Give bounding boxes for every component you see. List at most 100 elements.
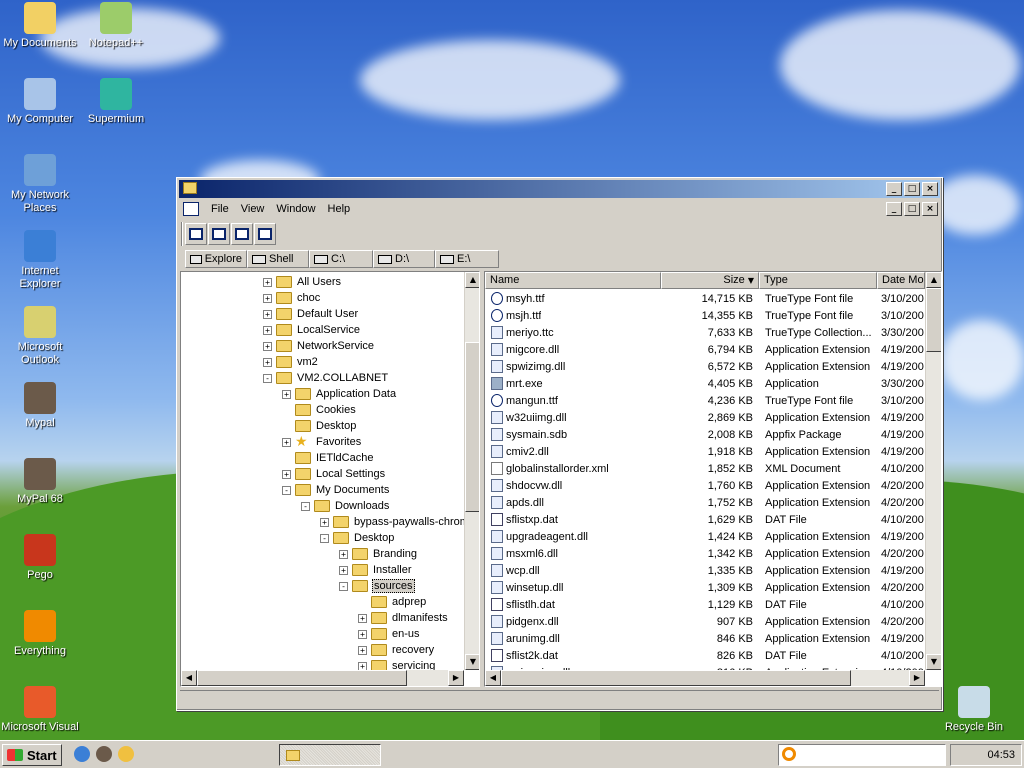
expand-icon[interactable]: + <box>263 341 272 351</box>
file-row[interactable]: sflistlh.dat 1,129 KB DAT File 4/10/200 <box>485 596 925 613</box>
cascade-tool-button[interactable] <box>208 223 230 245</box>
drive-e-button[interactable]: E:\ <box>435 250 499 268</box>
tree-node[interactable]: - My Documents <box>282 482 390 498</box>
child-minimize-button[interactable]: _ <box>886 202 902 216</box>
expand-icon[interactable]: + <box>263 293 272 303</box>
list-horizontal-scrollbar[interactable]: ◀ ▶ <box>485 670 925 686</box>
tree-node[interactable]: IETldCache <box>282 450 374 466</box>
child-restore-button[interactable]: □ <box>904 202 920 216</box>
folder-tree[interactable]: + All Users + choc + Default User + LocalServic… <box>180 271 480 687</box>
column-header-name[interactable]: Name <box>485 272 661 289</box>
file-row[interactable]: msyh.ttf 14,715 KB TrueType Font file 3/10/… <box>485 290 925 307</box>
list-scroll-left-button[interactable]: ◀ <box>485 670 501 686</box>
file-row[interactable]: sflist2k.dat 826 KB DAT File 4/10/200 <box>485 647 925 664</box>
tree-node[interactable]: + bypass-paywalls-chrom <box>320 514 470 530</box>
tree-scroll-right-button[interactable]: ▶ <box>448 670 464 686</box>
document-window-icon[interactable] <box>183 202 199 216</box>
file-row[interactable]: msjh.ttf 14,355 KB TrueType Font file 3/10/… <box>485 307 925 324</box>
column-header-date[interactable]: Date Mo <box>877 272 925 289</box>
expand-icon[interactable]: + <box>263 357 272 367</box>
file-row[interactable]: msxml6.dll 1,342 KB Application Extension 4… <box>485 545 925 562</box>
tree-scroll-thumb[interactable] <box>465 342 479 512</box>
desktop-icon[interactable]: Notepad++ <box>76 2 156 50</box>
tree-scroll-up-button[interactable]: ▲ <box>465 272 479 288</box>
tree-node[interactable]: + LocalService <box>263 322 361 338</box>
tree-node[interactable]: + Installer <box>339 562 413 578</box>
everything-search-box[interactable] <box>778 744 946 766</box>
close-button[interactable]: × <box>922 182 938 196</box>
file-list[interactable]: Name Size ▼ Type Date Mo msyh.ttf 14,715 … <box>484 271 942 687</box>
expand-icon[interactable]: + <box>358 613 367 623</box>
list-scroll-thumb[interactable] <box>926 288 941 352</box>
maximize-button[interactable]: □ <box>904 182 920 196</box>
file-row[interactable]: mangun.ttf 4,236 KB TrueType Font file 3/10… <box>485 392 925 409</box>
expand-icon[interactable]: + <box>282 389 291 399</box>
internet-explorer-icon[interactable] <box>74 746 90 762</box>
tree-node[interactable]: + NetworkService <box>263 338 375 354</box>
tree-node[interactable]: - Downloads <box>301 498 390 514</box>
desktop-icon[interactable]: My Network Places <box>0 154 80 215</box>
menu-view[interactable]: View <box>235 200 271 218</box>
desktop-icon[interactable]: Mypal <box>0 382 80 430</box>
expand-icon[interactable]: + <box>263 309 272 319</box>
file-row[interactable]: spwizimg.dll 6,572 KB Application Extensio… <box>485 358 925 375</box>
tree-node[interactable]: adprep <box>358 594 427 610</box>
column-header-type[interactable]: Type <box>759 272 877 289</box>
desktop-icon[interactable]: Microsoft Visual <box>0 686 80 734</box>
file-row[interactable]: arunimg.dll 846 KB Application Extension 4/… <box>485 630 925 647</box>
start-button[interactable]: Start <box>2 744 62 766</box>
drive-d-button[interactable]: D:\ <box>373 250 435 268</box>
file-row[interactable]: wcp.dll 1,335 KB Application Extension 4/19… <box>485 562 925 579</box>
expand-icon[interactable]: + <box>282 437 291 447</box>
tree-scroll-down-button[interactable]: ▼ <box>465 654 479 670</box>
list-scroll-up-button[interactable]: ▲ <box>926 272 941 288</box>
menu-window[interactable]: Window <box>270 200 321 218</box>
desktop-icon[interactable]: My Computer <box>0 78 80 126</box>
desktop-icon[interactable]: Internet Explorer <box>0 230 80 291</box>
tree-node[interactable]: + Branding <box>339 546 418 562</box>
expand-icon[interactable]: + <box>320 517 329 527</box>
tree-vertical-scrollbar[interactable]: ▲ ▼ <box>464 272 479 670</box>
file-row[interactable]: winsetup.dll 1,309 KB Application Extensio… <box>485 579 925 596</box>
collapse-icon[interactable]: - <box>320 533 329 543</box>
drive-explore-button[interactable]: Explore <box>185 250 247 268</box>
desktop-icon[interactable]: Microsoft Outlook <box>0 306 80 367</box>
tree-node[interactable]: + vm2 <box>263 354 319 370</box>
file-row[interactable]: meriyo.ttc 7,633 KB TrueType Collection...… <box>485 324 925 341</box>
tree-scroll-left-button[interactable]: ◀ <box>181 670 197 686</box>
collapse-icon[interactable]: - <box>263 373 272 383</box>
desktop-icon[interactable]: Everything <box>0 610 80 658</box>
file-row[interactable]: cmiv2.dll 1,918 KB Application Extension 4/… <box>485 443 925 460</box>
file-row[interactable]: shdocvw.dll 1,760 KB Application Extension… <box>485 477 925 494</box>
collapse-icon[interactable]: - <box>339 581 348 591</box>
menu-file[interactable]: File <box>205 200 235 218</box>
file-row[interactable]: upgradeagent.dll 1,424 KB Application Exte… <box>485 528 925 545</box>
folder-icon[interactable] <box>118 746 134 762</box>
title-bar[interactable]: _ □ × <box>179 180 940 198</box>
expand-icon[interactable]: + <box>339 565 348 575</box>
column-header-size[interactable]: Size ▼ <box>661 272 759 289</box>
collapse-icon[interactable]: - <box>301 501 310 511</box>
list-scroll-down-button[interactable]: ▼ <box>926 654 941 670</box>
tree-node[interactable]: + ★ Favorites <box>282 434 362 450</box>
tree-node[interactable]: + All Users <box>263 274 342 290</box>
expand-icon[interactable]: + <box>358 645 367 655</box>
tree-node[interactable]: - Desktop <box>320 530 395 546</box>
desktop-icon[interactable]: My Documents <box>0 2 80 50</box>
tree-node[interactable]: + choc <box>263 290 321 306</box>
menu-help[interactable]: Help <box>322 200 357 218</box>
tree-horizontal-scrollbar[interactable]: ◀ ▶ <box>181 670 464 686</box>
tree-node[interactable]: + recovery <box>358 642 435 658</box>
list-vertical-scrollbar[interactable]: ▲ ▼ <box>925 272 941 670</box>
taskbar-window-button[interactable] <box>279 744 381 766</box>
list-hscroll-thumb[interactable] <box>501 670 851 686</box>
expand-icon[interactable]: + <box>282 469 291 479</box>
desktop-icon[interactable]: Pego <box>0 534 80 582</box>
expand-icon[interactable]: + <box>358 629 367 639</box>
file-row[interactable]: apds.dll 1,752 KB Application Extension 4/2… <box>485 494 925 511</box>
file-row[interactable]: mrt.exe 4,405 KB Application 3/30/200 <box>485 375 925 392</box>
drive-shell-button[interactable]: Shell <box>247 250 309 268</box>
mypal-icon[interactable] <box>96 746 112 762</box>
file-row[interactable]: globalinstallorder.xml 1,852 KB XML Docume… <box>485 460 925 477</box>
tree-node[interactable]: Cookies <box>282 402 357 418</box>
